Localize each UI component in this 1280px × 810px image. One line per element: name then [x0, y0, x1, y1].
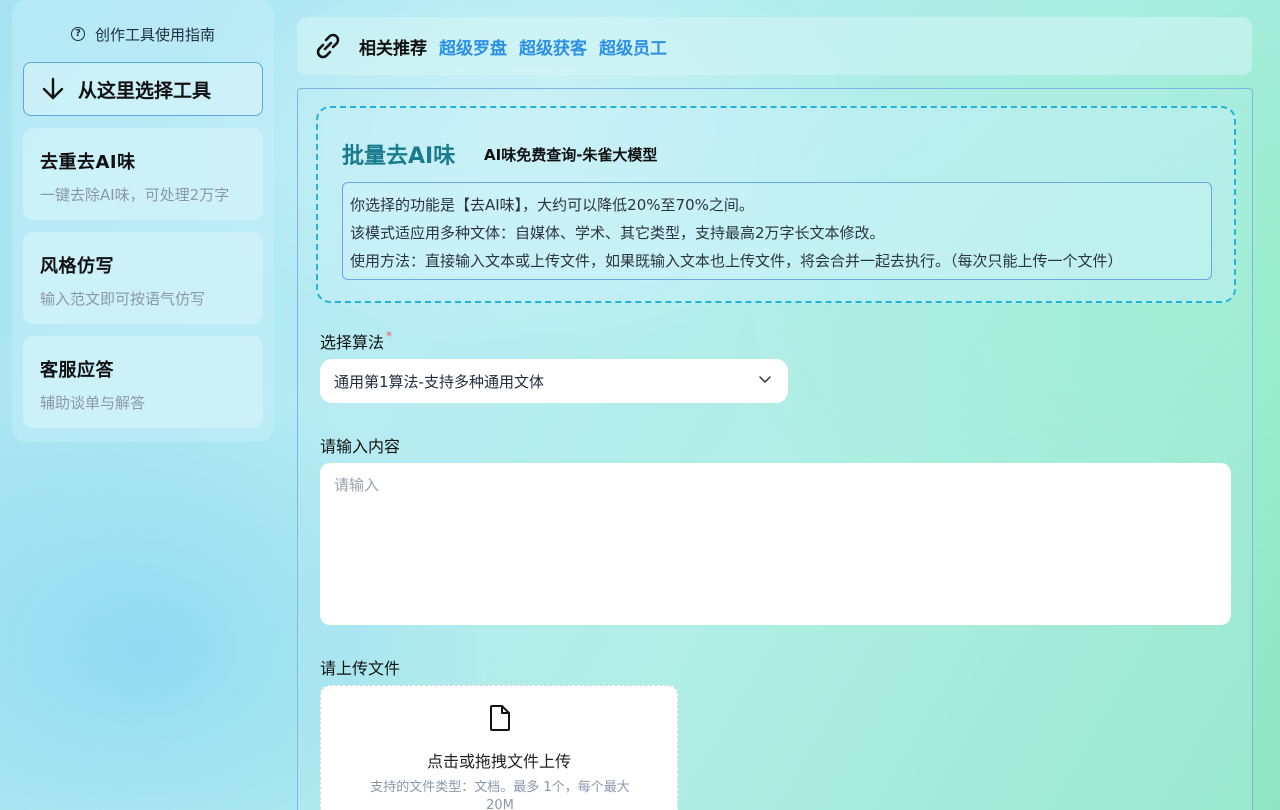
main-panel: 批量去AI味 AI味免费查询-朱雀大模型 你选择的功能是【去AI味】，大约可以降… — [297, 88, 1253, 810]
arrow-down-icon — [42, 77, 64, 100]
related-label: 相关推荐 — [359, 38, 427, 59]
upload-hint: 支持的文件类型：文档。最多 1个，每个最大 20M — [370, 780, 630, 810]
intro-line: 该模式适应用多种文体：自媒体、学术、其它类型，支持最高2万字长文本修改。 — [350, 224, 885, 242]
content-placeholder: 请输入 — [334, 476, 380, 494]
select-tool-button[interactable]: 从这里选择工具 — [23, 62, 263, 116]
intro-subtitle-link[interactable]: AI味免费查询-朱雀大模型 — [484, 144, 657, 165]
sidebar: ? 创作工具使用指南 从这里选择工具 去重去AI味 一键去除AI味，可处理2万字… — [12, 0, 274, 442]
tool-subtitle: 一键去除AI味，可处理2万字 — [40, 186, 230, 204]
content-textarea[interactable]: 请输入 — [320, 463, 1231, 625]
help-circle-icon: ? — [70, 27, 85, 41]
intro-card: 批量去AI味 AI味免费查询-朱雀大模型 你选择的功能是【去AI味】，大约可以降… — [316, 106, 1236, 303]
tool-title: 去重去AI味 — [40, 152, 136, 173]
upload-label: 请上传文件 — [320, 659, 401, 678]
intro-description: 你选择的功能是【去AI味】，大约可以降低20%至70%之间。 该模式适应用多种文… — [342, 182, 1212, 280]
tool-card-style-imitation[interactable]: 风格仿写 输入范文即可按语气仿写 — [23, 232, 263, 324]
tool-title: 风格仿写 — [40, 256, 114, 277]
guide-link[interactable]: ? 创作工具使用指南 — [23, 0, 263, 68]
required-mark: * — [386, 329, 393, 343]
guide-label: 创作工具使用指南 — [94, 25, 215, 44]
algorithm-label-text: 选择算法 — [320, 333, 385, 352]
tool-title: 客服应答 — [40, 360, 114, 381]
intro-title: 批量去AI味 — [342, 144, 456, 169]
algorithm-label: 选择算法 * — [320, 329, 392, 353]
upload-title: 点击或拖拽文件上传 — [426, 752, 571, 771]
content-label: 请输入内容 — [320, 437, 401, 456]
related-link-acquisition[interactable]: 超级获客 — [519, 34, 587, 59]
tool-subtitle: 辅助谈单与解答 — [40, 394, 146, 412]
related-link-employee[interactable]: 超级员工 — [599, 34, 667, 59]
link-icon — [316, 33, 340, 59]
related-bar: 相关推荐 超级罗盘 超级获客 超级员工 — [297, 17, 1252, 75]
file-icon — [490, 705, 510, 731]
tool-card-customer-service[interactable]: 客服应答 辅助谈单与解答 — [23, 336, 263, 428]
chevron-down-icon — [759, 376, 771, 383]
select-tool-label: 从这里选择工具 — [78, 79, 212, 102]
algorithm-select[interactable]: 通用第1算法-支持多种通用文体 — [320, 359, 788, 403]
tool-subtitle: 输入范文即可按语气仿写 — [40, 290, 206, 308]
intro-line: 你选择的功能是【去AI味】，大约可以降低20%至70%之间。 — [350, 196, 754, 214]
intro-line: 使用方法：直接输入文本或上传文件，如果既输入文本也上传文件，将会合并一起去执行。… — [350, 252, 1123, 270]
file-upload-dropzone[interactable]: 点击或拖拽文件上传 支持的文件类型：文档。最多 1个，每个最大 20M — [320, 685, 678, 810]
tool-card-dedupe[interactable]: 去重去AI味 一键去除AI味，可处理2万字 — [23, 128, 263, 220]
related-link-compass[interactable]: 超级罗盘 — [439, 34, 507, 59]
algorithm-selected-value: 通用第1算法-支持多种通用文体 — [334, 372, 544, 391]
